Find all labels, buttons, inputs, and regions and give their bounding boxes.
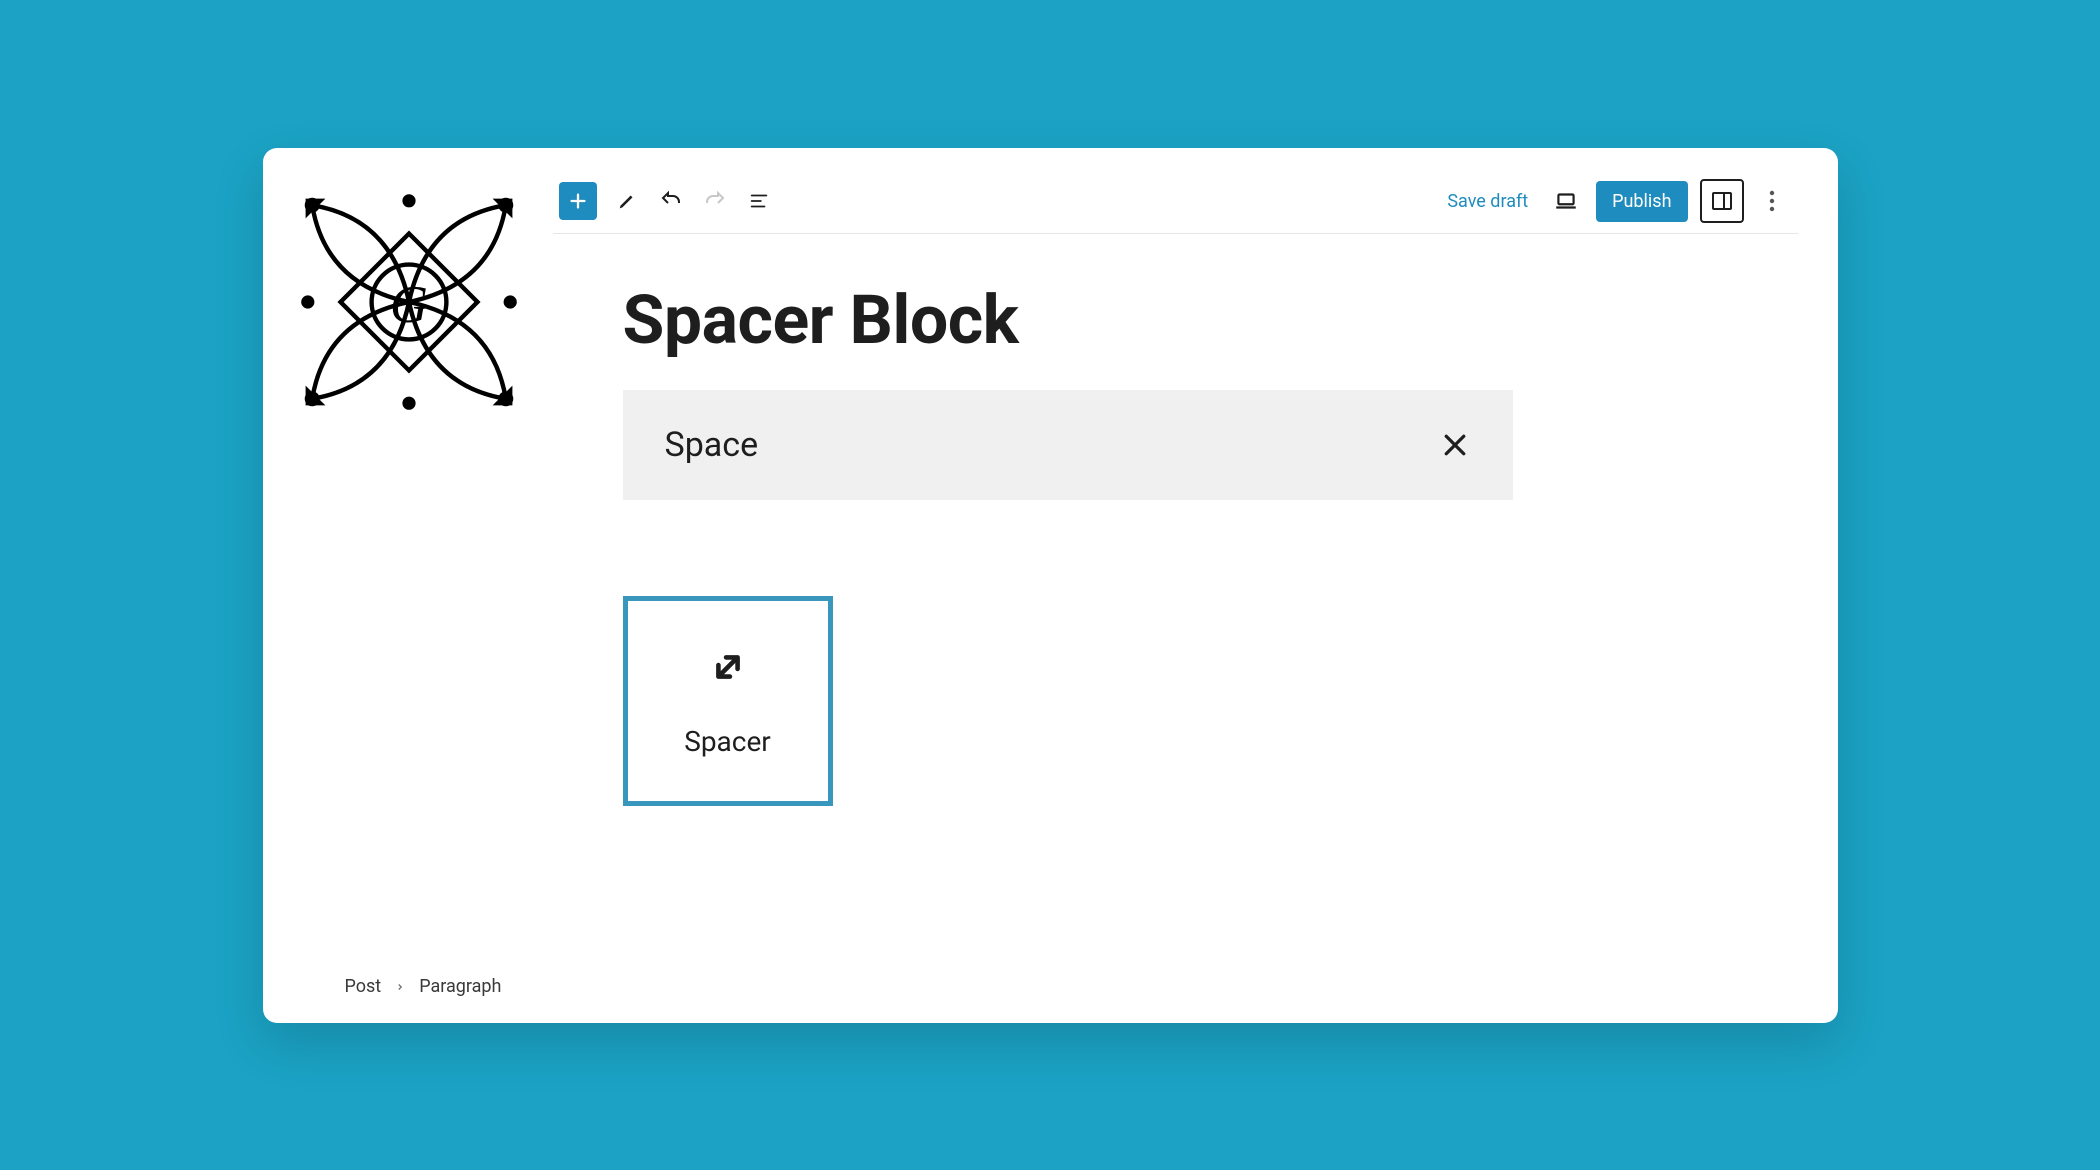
breadcrumb-root[interactable]: Post <box>345 976 382 997</box>
main-column: Save draft Publish Spacer Block Space <box>553 148 1838 1023</box>
laptop-icon <box>1553 188 1579 214</box>
svg-text:G: G <box>389 275 427 333</box>
resize-icon <box>705 644 751 690</box>
undo-icon <box>659 189 683 213</box>
plus-icon <box>567 190 589 212</box>
close-icon <box>1440 430 1470 460</box>
redo-icon <box>703 189 727 213</box>
block-result-spacer[interactable]: Spacer <box>623 596 833 806</box>
kebab-icon <box>1769 190 1775 212</box>
block-inserter-button[interactable] <box>559 182 597 220</box>
block-breadcrumb: Post Paragraph <box>345 976 502 997</box>
site-logo[interactable]: G <box>299 192 519 412</box>
sidebar-icon <box>1710 189 1734 213</box>
settings-sidebar-toggle[interactable] <box>1700 179 1744 223</box>
spacer-block-icon <box>704 643 752 691</box>
tools-button[interactable] <box>613 187 641 215</box>
gutenberg-logo-icon: G <box>299 192 519 412</box>
page-title[interactable]: Spacer Block <box>623 280 1838 360</box>
breadcrumb-current[interactable]: Paragraph <box>419 976 501 997</box>
editor-toolbar: Save draft Publish <box>553 170 1798 234</box>
more-menu-button[interactable] <box>1756 179 1788 223</box>
preview-button[interactable] <box>1552 187 1580 215</box>
block-search-input[interactable]: Space <box>665 425 1433 465</box>
pencil-icon <box>616 190 638 212</box>
left-column: G <box>263 148 553 1023</box>
document-overview-button[interactable] <box>745 187 773 215</box>
clear-search-button[interactable] <box>1433 423 1477 467</box>
redo-button <box>701 187 729 215</box>
block-search-bar[interactable]: Space <box>623 390 1513 500</box>
save-draft-button[interactable]: Save draft <box>1439 185 1536 218</box>
editor-canvas: Spacer Block Space Spacer <box>553 234 1838 1023</box>
toolbar-left-group <box>553 182 773 220</box>
undo-button[interactable] <box>657 187 685 215</box>
block-result-label: Spacer <box>684 725 771 758</box>
toolbar-right-group: Save draft Publish <box>1439 179 1787 223</box>
chevron-right-icon <box>395 976 405 997</box>
editor-window: G <box>263 148 1838 1023</box>
list-view-icon <box>748 190 770 212</box>
publish-button[interactable]: Publish <box>1596 181 1687 222</box>
